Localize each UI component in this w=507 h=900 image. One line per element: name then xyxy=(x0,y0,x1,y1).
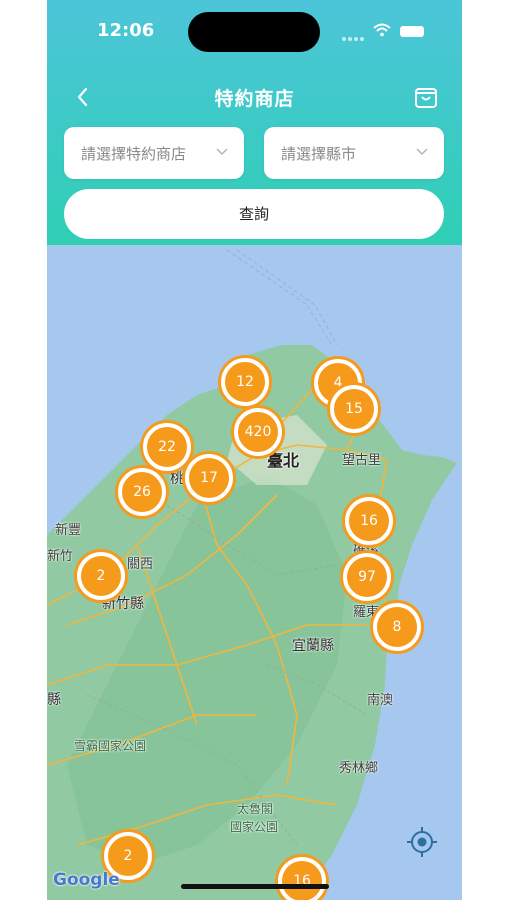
shopping-bag-button[interactable] xyxy=(413,82,439,110)
map-cluster-marker[interactable]: 420 xyxy=(234,408,282,456)
map-label-xiulin: 秀林鄉 xyxy=(339,761,379,776)
map-cluster-marker[interactable]: 22 xyxy=(143,423,191,471)
map-label-wanggu: 望古里 xyxy=(342,453,382,468)
google-logo-text: Google xyxy=(53,870,120,890)
map-label-shei-pa: 雪霸國家公園 xyxy=(74,739,147,753)
query-button[interactable]: 查詢 xyxy=(64,189,444,239)
home-indicator xyxy=(181,884,329,889)
dynamic-island xyxy=(188,12,320,52)
county-select[interactable]: 請選擇縣市 xyxy=(264,127,444,179)
map-label-xinzhu: 新竹 xyxy=(47,549,74,564)
map-label-taroko-2: 國家公園 xyxy=(230,820,279,834)
map-cluster-marker[interactable]: 12 xyxy=(221,358,269,406)
map-cluster-marker[interactable]: 26 xyxy=(118,468,166,516)
map-label-guanxi: 關西 xyxy=(127,557,154,572)
wifi-icon xyxy=(373,23,391,37)
map-label-yilan-county: 宜蘭縣 xyxy=(292,638,334,654)
status-bar: 12:06 xyxy=(47,0,462,60)
chevron-down-icon xyxy=(216,148,228,156)
map-view[interactable]: 臺北 桃園 新豐 新竹 關西 新竹縣 縣 望古里 礁溪 羅東 宜蘭縣 南澳 雪霸… xyxy=(47,245,462,900)
page-title: 特約商店 xyxy=(214,88,295,110)
map-label-taroko-1: 太魯閣 xyxy=(237,802,274,816)
app-screen: 12:06 特約商店 請選擇特約商店 請選擇縣市 查詢 臺北 桃園 新豐 新竹 … xyxy=(47,0,462,900)
store-select[interactable]: 請選擇特約商店 xyxy=(64,127,244,179)
shopping-bag-icon xyxy=(415,88,437,108)
map-cluster-marker[interactable]: 17 xyxy=(185,454,233,502)
map-cluster-marker[interactable]: 2 xyxy=(77,552,125,600)
county-select-placeholder: 請選擇縣市 xyxy=(281,145,357,163)
map-label-county: 縣 xyxy=(47,692,61,708)
battery-icon xyxy=(400,26,424,37)
map-label-nanao: 南澳 xyxy=(367,693,394,708)
map-cluster-marker[interactable]: 97 xyxy=(343,553,391,601)
map-cluster-marker[interactable]: 15 xyxy=(330,385,378,433)
locate-button[interactable] xyxy=(405,825,439,859)
signal-icon xyxy=(342,26,370,41)
locate-crosshair-icon xyxy=(407,827,437,857)
status-time: 12:06 xyxy=(97,20,155,41)
nav-bar: 特約商店 xyxy=(47,75,462,119)
store-select-placeholder: 請選擇特約商店 xyxy=(81,145,187,163)
map-label-xinfeng: 新豐 xyxy=(55,523,82,538)
google-attribution-logo: Google xyxy=(53,870,120,890)
map-cluster-marker[interactable]: 16 xyxy=(345,497,393,545)
map-cluster-marker[interactable]: 16 xyxy=(278,857,326,900)
map-cluster-marker[interactable]: 8 xyxy=(373,603,421,651)
header: 12:06 特約商店 請選擇特約商店 請選擇縣市 查詢 xyxy=(47,0,462,245)
chevron-down-icon xyxy=(416,148,428,156)
